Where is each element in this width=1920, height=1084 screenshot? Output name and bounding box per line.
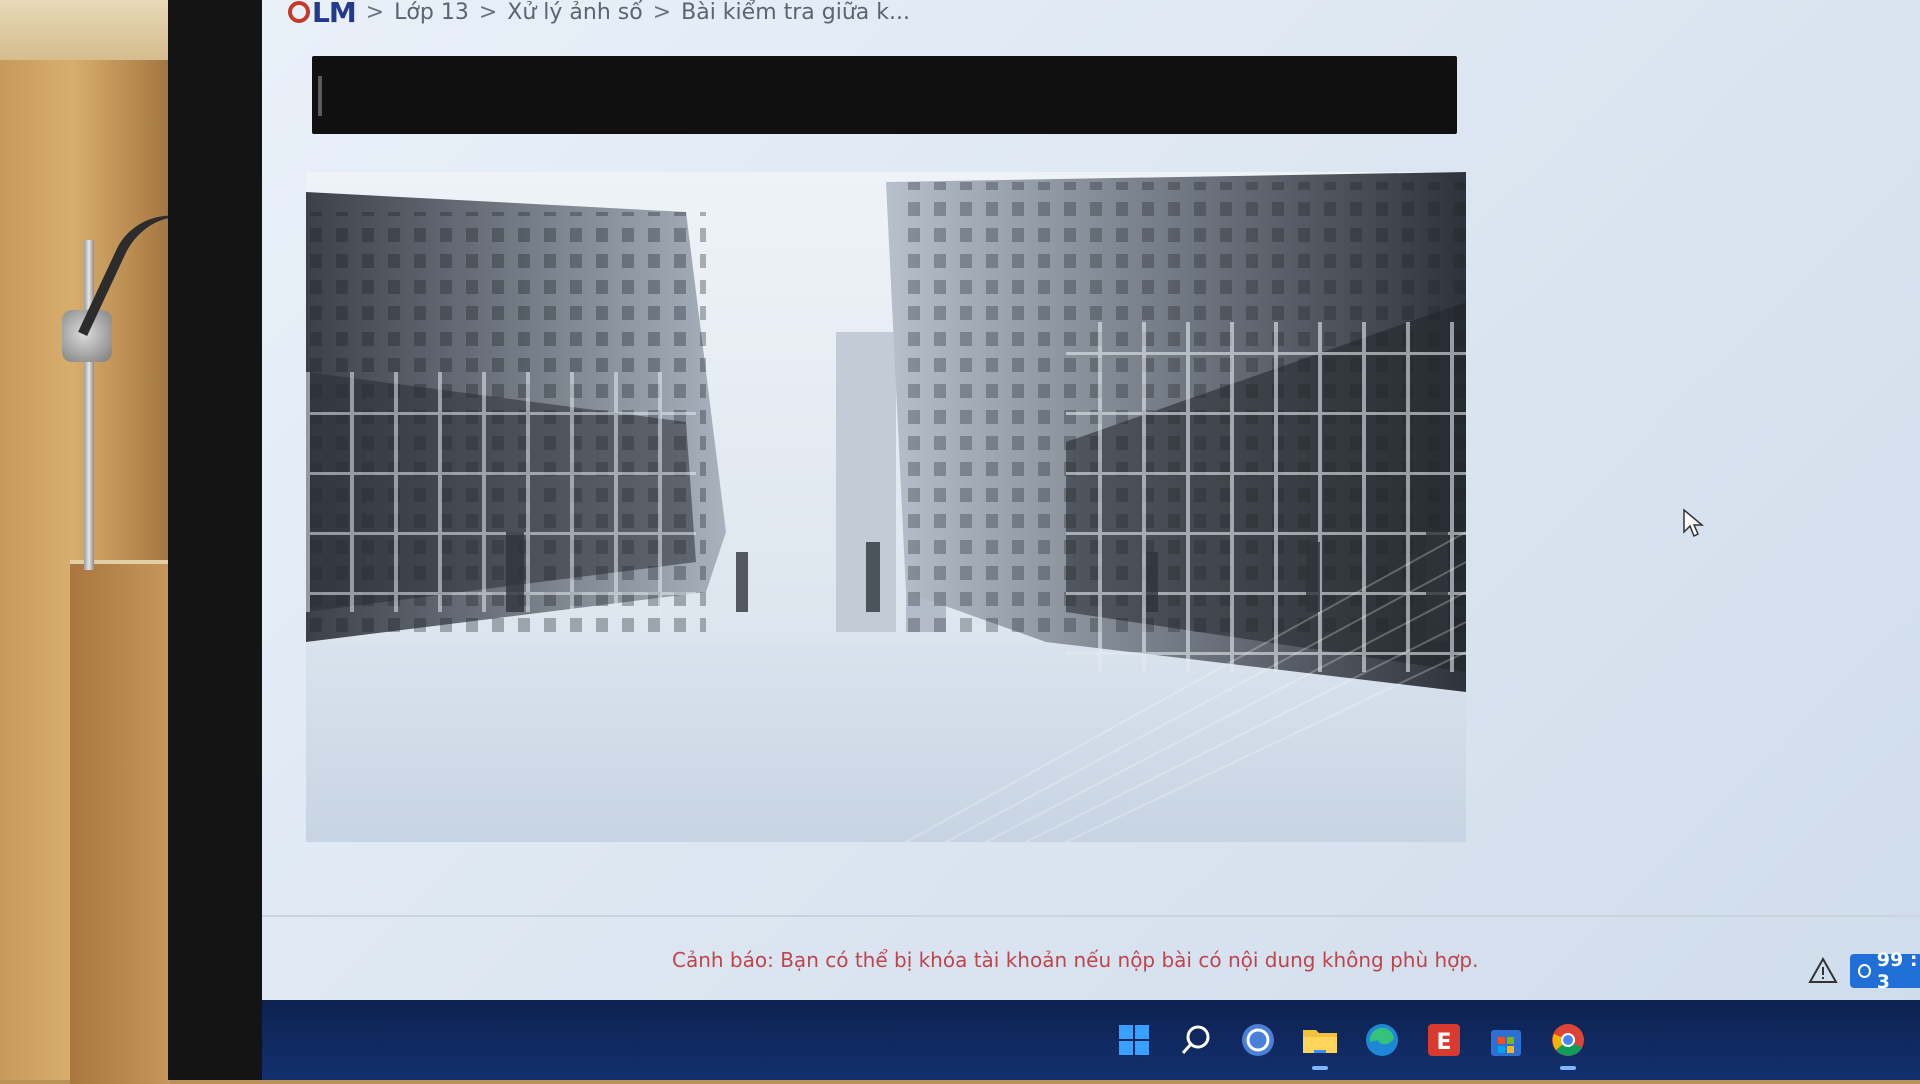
app-e-icon[interactable]: E <box>1424 1020 1464 1060</box>
mouse-cursor-icon <box>1683 508 1705 538</box>
breadcrumb-item-class[interactable]: Lớp 13 <box>394 0 469 25</box>
question-header-mark <box>318 76 322 116</box>
cabinet-edge <box>70 560 170 1084</box>
running-indicator <box>1560 1066 1576 1070</box>
breadcrumb-item-exam[interactable]: Bài kiểm tra giữa k... <box>681 0 910 25</box>
logo-text: LM <box>312 0 357 29</box>
wall-background <box>0 0 180 60</box>
footer-divider <box>262 915 1920 917</box>
taskbar: E <box>262 1000 1920 1080</box>
question-header-bar <box>312 56 1457 134</box>
question-image <box>306 172 1466 842</box>
store-icon[interactable] <box>1486 1020 1526 1060</box>
windows-start-icon[interactable] <box>1114 1020 1154 1060</box>
search-icon[interactable] <box>1176 1020 1216 1060</box>
breadcrumb: LM > Lớp 13 > Xử lý ảnh số > Bài kiểm tr… <box>288 0 910 30</box>
chrome-icon[interactable] <box>1548 1020 1588 1070</box>
breadcrumb-separator: > <box>652 0 672 25</box>
olm-logo[interactable]: LM <box>288 0 357 29</box>
breadcrumb-separator: > <box>365 0 385 25</box>
running-indicator <box>1312 1066 1328 1070</box>
timer-value: 99 : 3 <box>1876 949 1918 993</box>
file-explorer-icon[interactable] <box>1300 1020 1340 1070</box>
breadcrumb-separator: > <box>478 0 498 25</box>
warning-triangle-icon[interactable] <box>1808 956 1838 986</box>
logo-ring-icon <box>288 1 310 23</box>
edge-icon[interactable] <box>1362 1020 1402 1060</box>
exam-timer: 99 : 3 <box>1850 949 1920 993</box>
teams-icon[interactable] <box>1238 1020 1278 1060</box>
browser-page: LM > Lớp 13 > Xử lý ảnh số > Bài kiểm tr… <box>262 0 1920 1080</box>
account-lock-warning: Cảnh báo: Bạn có thể bị khóa tài khoản n… <box>672 948 1479 972</box>
clock-icon <box>1858 964 1871 978</box>
breadcrumb-item-course[interactable]: Xử lý ảnh số <box>507 0 642 25</box>
svg-text:E: E <box>1436 1030 1451 1055</box>
monitor-arm-pole <box>84 240 94 570</box>
